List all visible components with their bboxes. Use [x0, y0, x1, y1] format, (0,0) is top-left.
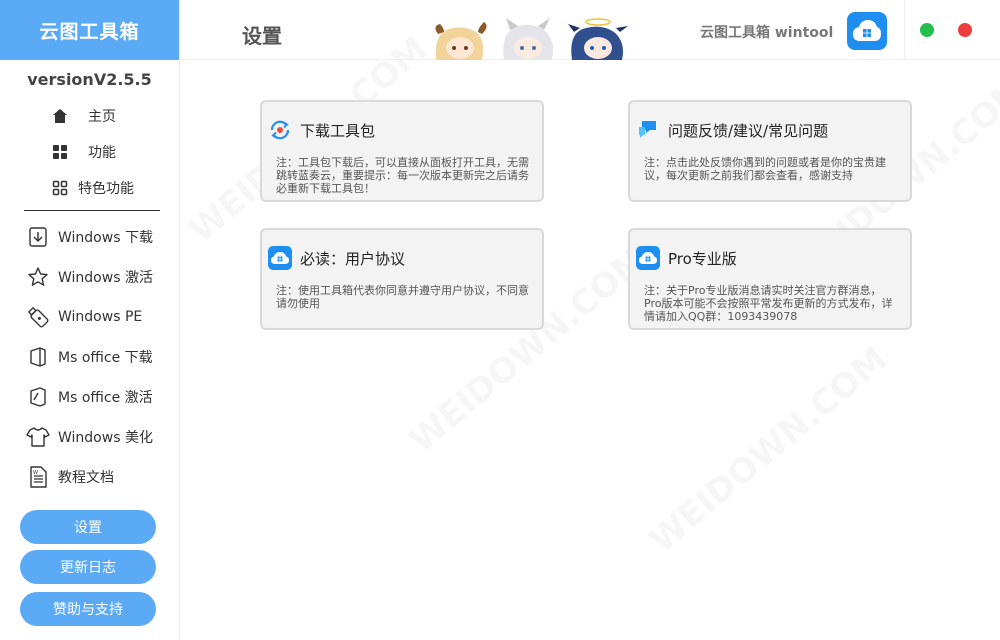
card-feedback[interactable]: 问题反馈/建议/常见问题 注：点击此处反馈你遇到的问题或者是你的宝贵建议，每次更… [628, 100, 912, 202]
tool-label: Windows PE [58, 309, 143, 325]
app-name: 云图工具箱 wintool [700, 25, 834, 41]
tool-label: Ms office 下载 [58, 350, 153, 366]
tool-windows-beautify[interactable]: Windows 美化 [0, 417, 179, 457]
page-title: 设置 [242, 24, 282, 48]
card-pro-edition[interactable]: Pro专业版 注：关于Pro专业版消息请实时关注官方群消息，Pro版本可能不会按… [628, 228, 912, 330]
nav-item-label: 特色功能 [78, 181, 134, 197]
svg-text:W: W [33, 470, 38, 476]
tool-label: Windows 下载 [58, 230, 153, 246]
app-brand: 云图工具箱 [0, 0, 179, 60]
tool-tutorial-docs[interactable]: W 教程文档 [0, 457, 179, 497]
mascot-blonde [435, 22, 487, 60]
card-title: 下载工具包 [300, 121, 376, 140]
nav-item-label: 主页 [88, 109, 116, 125]
document-icon: W [26, 465, 50, 489]
tool-label: 教程文档 [58, 470, 114, 486]
nav-item-home[interactable]: 主页 [0, 98, 179, 134]
card-user-agreement[interactable]: 必读：用户协议 注：使用工具箱代表你同意并遵守用户协议，不同意请勿使用 [260, 228, 544, 330]
tool-windows-download[interactable]: Windows 下载 [0, 217, 179, 257]
card-title: 必读：用户协议 [300, 249, 406, 268]
tool-label: Windows 美化 [58, 430, 153, 446]
mascot-blue [568, 18, 628, 60]
changelog-button[interactable]: 更新日志 [20, 550, 156, 584]
mascot-white [503, 18, 554, 60]
tool-windows-pe[interactable]: Windows PE [0, 297, 179, 337]
feedback-icon [636, 118, 660, 142]
sidebar: 云图工具箱 versionV2.5.5 主页 功能 特色功能 Windows 下… [0, 0, 180, 640]
card-title: 问题反馈/建议/常见问题 [668, 121, 829, 140]
nav-item-features[interactable]: 功能 [0, 134, 179, 170]
settings-button[interactable]: 设置 [20, 510, 156, 544]
main-nav: 主页 功能 特色功能 [0, 98, 179, 206]
tshirt-icon [26, 425, 50, 449]
cloud-logo-icon [636, 246, 660, 270]
mascot-illustration [432, 18, 632, 60]
nav-item-label: 功能 [88, 145, 116, 161]
tools-nav: Windows 下载 Windows 激活 Windows PE Ms offi… [0, 217, 179, 497]
office-activate-icon [26, 385, 50, 409]
watermark: WEIDOWN.COM [642, 339, 895, 561]
card-note: 注：工具包下载后，可以直接从面板打开工具，无需跳转蓝奏云，重要提示：每一次版本更… [276, 156, 529, 195]
support-button[interactable]: 赞助与支持 [20, 592, 156, 626]
header-separator [904, 0, 905, 60]
refresh-icon [268, 118, 292, 142]
apps-icon [52, 180, 68, 196]
grid-icon [52, 144, 68, 160]
usb-drive-icon [26, 305, 50, 329]
nav-divider [24, 210, 160, 211]
cloud-logo-icon [268, 246, 292, 270]
version-label: versionV2.5.5 [27, 70, 152, 89]
nav-item-special[interactable]: 特色功能 [0, 170, 179, 206]
card-title: Pro专业版 [668, 249, 737, 268]
card-note: 注：使用工具箱代表你同意并遵守用户协议，不同意请勿使用 [276, 284, 529, 310]
tool-office-activate[interactable]: Ms office 激活 [0, 377, 179, 417]
tool-office-download[interactable]: Ms office 下载 [0, 337, 179, 377]
app-logo-icon [847, 12, 887, 50]
home-icon [52, 108, 68, 124]
card-note: 注：点击此处反馈你遇到的问题或者是你的宝贵建议，每次更新之前我们都会查看，感谢支… [644, 156, 886, 182]
office-icon [26, 345, 50, 369]
download-icon [26, 225, 50, 249]
card-note: 注：关于Pro专业版消息请实时关注官方群消息，Pro版本可能不会按照平常发布更新… [644, 284, 893, 323]
tool-windows-activate[interactable]: Windows 激活 [0, 257, 179, 297]
header: 设置 云图工具箱 wintool [180, 0, 1000, 60]
star-icon [26, 265, 50, 289]
close-button[interactable] [958, 23, 972, 37]
card-download-toolkit[interactable]: 下载工具包 注：工具包下载后，可以直接从面板打开工具，无需跳转蓝奏云，重要提示：… [260, 100, 544, 202]
tool-label: Windows 激活 [58, 270, 153, 286]
minimize-button[interactable] [920, 23, 934, 37]
tool-label: Ms office 激活 [58, 390, 153, 406]
